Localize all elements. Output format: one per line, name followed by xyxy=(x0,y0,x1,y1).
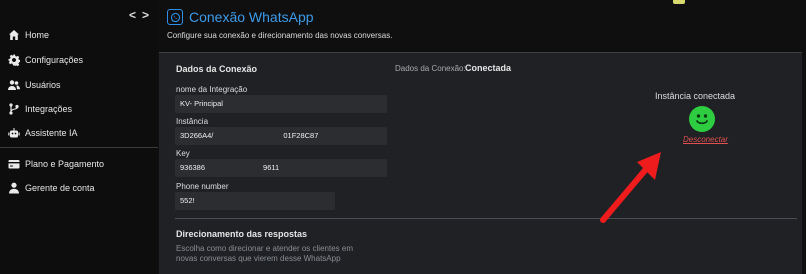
sidebar-item-home[interactable]: Home xyxy=(8,29,49,41)
instance-label: Instância xyxy=(176,117,209,126)
sidebar: < > Home Configurações Usuários Integraç… xyxy=(0,0,158,274)
billing-icon xyxy=(8,160,20,169)
sidebar-item-usuarios[interactable]: Usuários xyxy=(8,79,61,91)
sidebar-item-label: Integrações xyxy=(25,104,73,114)
instance-value-end: 01F28C87 xyxy=(283,131,319,140)
sidebar-item-label: Gerente de conta xyxy=(25,183,95,193)
page-subtitle: Configure sua conexão e direcionamento d… xyxy=(167,31,393,40)
instance-field[interactable]: 3D266A4/01F28C87 xyxy=(175,127,387,145)
sidebar-item-label: Usuários xyxy=(25,80,61,90)
connection-section-title: Dados da Conexão xyxy=(176,64,258,74)
sidebar-item-integracoes[interactable]: Integrações xyxy=(8,103,72,115)
sidebar-item-gerente-conta[interactable]: Gerente de conta xyxy=(8,182,95,194)
title-row: Conexão WhatsApp xyxy=(167,9,314,25)
key-value-start: 936386 xyxy=(180,163,206,172)
notification-dot xyxy=(673,0,685,4)
sidebar-item-label: Home xyxy=(25,30,50,40)
section-divider xyxy=(175,218,797,219)
phone-value: 552! xyxy=(180,196,195,205)
page-title: Conexão WhatsApp xyxy=(189,9,314,25)
key-field[interactable]: 936386 9611 xyxy=(175,159,387,177)
phone-label: Phone number xyxy=(176,182,229,191)
chevron-right-icon: > xyxy=(142,8,150,22)
integration-icon xyxy=(9,103,19,115)
sidebar-item-configuracoes[interactable]: Configurações xyxy=(8,54,83,66)
sidebar-item-plano-pagamento[interactable]: Plano e Pagamento xyxy=(8,158,104,170)
instance-value-start: 3D266A4/ xyxy=(180,131,214,140)
connection-panel: Dados da Conexão Dados da Conexão: Conec… xyxy=(159,52,802,274)
robot-icon xyxy=(8,128,20,138)
account-manager-icon xyxy=(9,182,19,194)
instance-status-title: Instância conectada xyxy=(655,91,736,101)
key-label: Key xyxy=(176,149,190,158)
smiley-icon xyxy=(689,106,715,132)
home-icon xyxy=(9,30,19,40)
integration-name-field[interactable]: KV- Principal xyxy=(175,95,387,113)
sidebar-item-label: Configurações xyxy=(25,55,84,65)
gear-icon xyxy=(8,54,20,66)
sidebar-item-label: Assistente IA xyxy=(25,128,78,138)
phone-field[interactable]: 552! xyxy=(175,192,335,210)
integration-name-value: KV- Principal xyxy=(180,99,223,108)
connection-status-value: Conectada xyxy=(465,63,512,73)
users-icon xyxy=(8,80,20,90)
page-header: Conexão WhatsApp Configure sua conexão e… xyxy=(158,0,806,52)
disconnect-link[interactable]: Desconectar xyxy=(683,135,728,144)
routing-description: Escolha como direcionar e atender os cli… xyxy=(176,244,353,263)
whatsapp-icon xyxy=(167,9,183,25)
sidebar-item-assistente-ia[interactable]: Assistente IA xyxy=(8,127,78,139)
connection-status-label: Dados da Conexão: xyxy=(395,64,466,73)
key-value-end: 9611 xyxy=(263,163,280,172)
routing-section-title: Direcionamento das respostas xyxy=(176,229,308,239)
sidebar-divider xyxy=(0,147,158,148)
chevron-left-icon: < xyxy=(129,8,137,22)
sidebar-toggle[interactable]: < > xyxy=(129,8,149,22)
sidebar-item-label: Plano e Pagamento xyxy=(25,159,105,169)
integration-name-label: nome da Integração xyxy=(176,85,248,94)
